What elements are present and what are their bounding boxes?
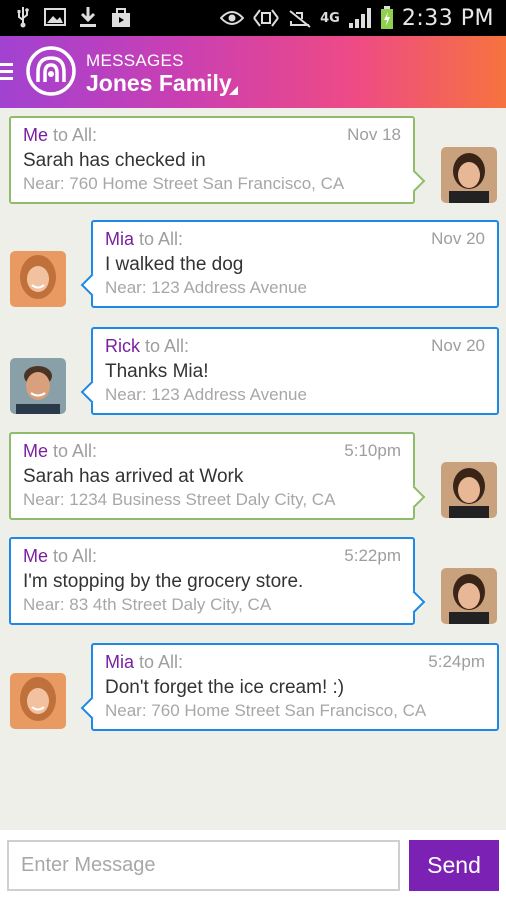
app-header: MESSAGES Jones Family — [0, 36, 506, 108]
message-time: 5:22pm — [344, 546, 401, 565]
message-bubble[interactable]: Me to All: 5:22pm I'm stopping by the gr… — [9, 537, 426, 625]
message-text: Sarah has arrived at Work — [23, 466, 244, 487]
message-text: Don't forget the ice cream! :) — [105, 677, 345, 698]
message-recipient: to All: — [48, 546, 98, 566]
message-recipient: to All: — [134, 229, 184, 249]
mia-avatar[interactable] — [10, 251, 66, 307]
life360-logo[interactable] — [26, 46, 76, 96]
eye-icon — [220, 11, 245, 25]
download-icon — [80, 7, 96, 27]
image-icon — [44, 8, 66, 26]
message-time: 5:10pm — [344, 441, 401, 460]
message-text: Thanks Mia! — [105, 361, 209, 382]
circle-title[interactable]: Jones Family — [86, 70, 232, 97]
rick-avatar[interactable] — [10, 358, 66, 414]
sarah-avatar[interactable] — [441, 462, 497, 518]
message-bubble[interactable]: Mia to All: Nov 20 I walked the dog Near… — [80, 220, 499, 308]
message-recipient: to All: — [48, 125, 98, 145]
message-time: Nov 20 — [431, 336, 485, 355]
message-input[interactable] — [7, 840, 400, 891]
message-location: Near: 123 Address Avenue — [105, 385, 307, 404]
status-bar: 4G 2:33 PM — [0, 0, 506, 36]
send-button[interactable]: Send — [409, 840, 499, 891]
nfc-icon — [253, 9, 279, 27]
usb-icon — [17, 7, 29, 28]
hamburger-menu-icon[interactable] — [0, 63, 13, 81]
message-time: Nov 18 — [347, 125, 401, 144]
message-composer: Send — [0, 830, 506, 900]
message-text: I'm stopping by the grocery store. — [23, 571, 304, 592]
shopping-bag-icon — [112, 8, 130, 27]
mute-icon — [289, 10, 311, 28]
message-bubble[interactable]: Rick to All: Nov 20 Thanks Mia! Near: 12… — [80, 327, 499, 415]
signal-bars-icon — [348, 8, 371, 28]
message-sender: Rick — [105, 336, 140, 356]
clock: 2:33 PM — [401, 5, 494, 31]
message-location: Near: 123 Address Avenue — [105, 278, 307, 297]
message-time: 5:24pm — [428, 652, 485, 671]
message-location: Near: 760 Home Street San Francisco, CA — [105, 701, 427, 720]
message-text: I walked the dog — [105, 254, 244, 275]
message-recipient: to All: — [48, 441, 98, 461]
circle-dropdown-caret-icon[interactable] — [229, 86, 238, 95]
battery-charging-icon — [380, 6, 393, 29]
message-text: Sarah has checked in — [23, 150, 206, 171]
message-recipient: to All: — [140, 336, 190, 356]
message-recipient: to All: — [134, 652, 184, 672]
header-subtitle: MESSAGES — [86, 51, 184, 70]
message-time: Nov 20 — [431, 229, 485, 248]
message-sender: Mia — [105, 652, 135, 672]
message-location: Near: 1234 Business Street Daly City, CA — [23, 490, 336, 509]
message-bubble[interactable]: Mia to All: 5:24pm Don't forget the ice … — [80, 643, 499, 731]
message-sender: Me — [23, 441, 49, 461]
message-sender: Me — [23, 125, 49, 145]
message-bubble[interactable]: Me to All: Nov 18 Sarah has checked in N… — [9, 116, 426, 204]
message-location: Near: 83 4th Street Daly City, CA — [23, 595, 272, 614]
sarah-avatar[interactable] — [441, 147, 497, 203]
network-type-label: 4G — [320, 10, 340, 26]
message-sender: Mia — [105, 229, 135, 249]
message-sender: Me — [23, 546, 49, 566]
message-location: Near: 760 Home Street San Francisco, CA — [23, 174, 345, 193]
message-bubble[interactable]: Me to All: 5:10pm Sarah has arrived at W… — [9, 432, 426, 520]
mia-avatar[interactable] — [10, 673, 66, 729]
sarah-avatar[interactable] — [441, 568, 497, 624]
